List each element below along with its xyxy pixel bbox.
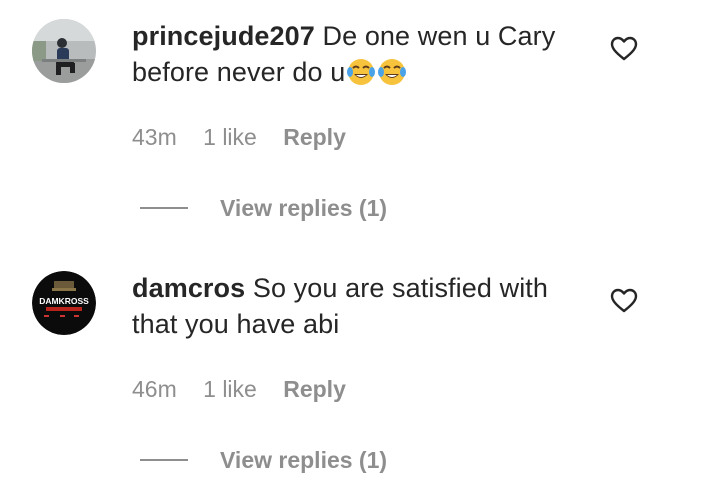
comment-username[interactable]: princejude207 xyxy=(132,21,315,51)
comment-username[interactable]: damcros xyxy=(132,273,245,303)
avatar[interactable] xyxy=(32,19,96,83)
comment-text-block: damcros So you are satisfied with that y… xyxy=(132,270,592,342)
avatar-logo-text: DAMKROSS xyxy=(39,296,89,306)
laughing-tears-emoji-icon xyxy=(377,57,407,87)
view-replies-label: View replies (1) xyxy=(220,446,388,473)
view-replies-button[interactable]: View replies (1) xyxy=(140,193,387,223)
view-replies-label: View replies (1) xyxy=(220,194,388,221)
avatar-photo-icon xyxy=(32,19,96,83)
comments-page: princejude207 De one wen u Cary before n… xyxy=(0,0,720,487)
like-heart-icon[interactable] xyxy=(610,288,638,314)
comment-time: 46m xyxy=(132,376,177,402)
replies-divider-line xyxy=(140,207,188,209)
reply-button[interactable]: Reply xyxy=(283,376,346,402)
avatar[interactable]: DAMKROSS xyxy=(32,271,96,335)
laughing-tears-emoji-icon xyxy=(346,57,376,87)
replies-divider-line xyxy=(140,459,188,461)
comment-likes[interactable]: 1 like xyxy=(203,376,257,402)
reply-button[interactable]: Reply xyxy=(283,124,346,150)
comment-text-block: princejude207 De one wen u Cary before n… xyxy=(132,18,592,90)
comment-time: 43m xyxy=(132,124,177,150)
comment-meta: 43m 1 like Reply xyxy=(132,124,366,151)
comment-meta: 46m 1 like Reply xyxy=(132,376,366,403)
brand-logo-avatar-icon: DAMKROSS xyxy=(32,271,96,335)
view-replies-button[interactable]: View replies (1) xyxy=(140,445,387,475)
comment-likes[interactable]: 1 like xyxy=(203,124,257,150)
like-heart-icon[interactable] xyxy=(610,36,638,62)
